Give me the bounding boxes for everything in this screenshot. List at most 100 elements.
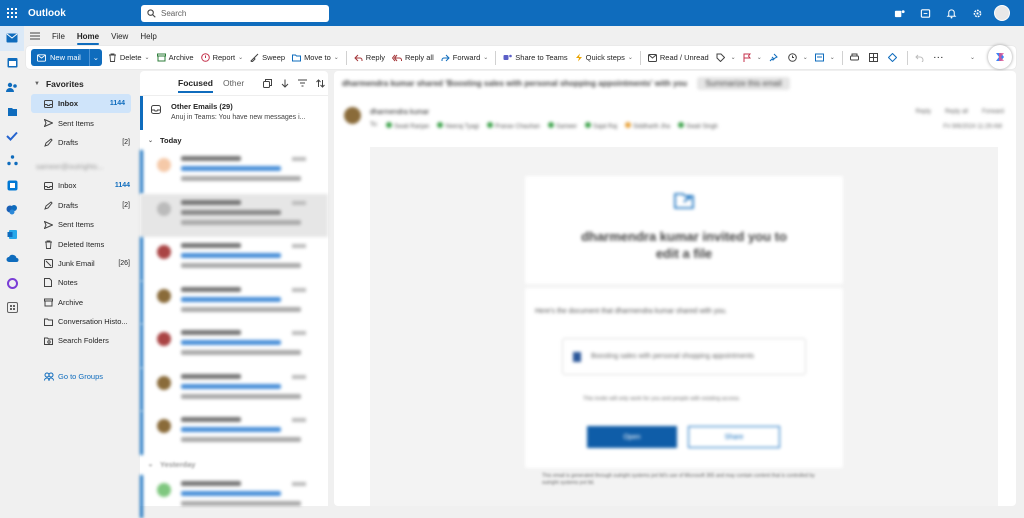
list-item[interactable]: [140, 281, 328, 325]
reply-action[interactable]: Reply: [916, 109, 931, 115]
more-apps-icon[interactable]: [0, 296, 24, 321]
tab-focused[interactable]: Focused: [178, 78, 213, 88]
quick-steps-button[interactable]: Quick steps⌄: [575, 53, 633, 62]
rules-button[interactable]: ⌄: [815, 53, 835, 62]
tab-view[interactable]: View: [111, 32, 128, 41]
more-options-button[interactable]: ···: [934, 53, 948, 62]
app-launcher-icon[interactable]: [0, 0, 24, 26]
folder-sent-favorite[interactable]: Sent Items: [26, 113, 136, 132]
recipient[interactable]: Sameer: [548, 122, 577, 130]
list-item[interactable]: [140, 368, 328, 412]
jump-down-icon[interactable]: [281, 79, 289, 88]
list-item[interactable]: [140, 411, 328, 455]
calendar-icon[interactable]: [0, 51, 24, 76]
gear-icon[interactable]: [964, 0, 990, 26]
folder-archive[interactable]: Archive: [26, 293, 136, 312]
share-button[interactable]: Share: [688, 426, 780, 448]
people-icon[interactable]: [0, 75, 24, 100]
tab-other[interactable]: Other: [223, 78, 244, 88]
pin-button[interactable]: [769, 53, 781, 62]
bell-icon[interactable]: [938, 0, 964, 26]
folder-search-folders[interactable]: Search Folders: [26, 331, 136, 350]
tab-file[interactable]: File: [52, 32, 65, 41]
folder-notes[interactable]: Notes: [26, 273, 136, 292]
folder-junk[interactable]: Junk Email[26]: [26, 254, 136, 273]
app-title[interactable]: Outlook: [28, 8, 66, 19]
tab-home[interactable]: Home: [77, 32, 99, 41]
reply-all-button[interactable]: Reply all: [392, 53, 434, 62]
immersive-reader-button[interactable]: [869, 53, 881, 62]
loop-icon[interactable]: [0, 271, 24, 296]
print-button[interactable]: [850, 53, 862, 62]
archive-button[interactable]: Archive: [157, 53, 194, 62]
reply-button[interactable]: Reply: [354, 53, 385, 62]
forward-action[interactable]: Forward: [982, 109, 1004, 115]
delete-button[interactable]: Delete⌄: [108, 53, 150, 62]
recipient[interactable]: Swati Ranjan: [386, 122, 429, 130]
move-to-button[interactable]: Move to⌄: [292, 53, 339, 62]
copilot-icon[interactable]: [988, 45, 1012, 69]
tab-help[interactable]: Help: [140, 32, 156, 41]
list-item[interactable]: [140, 237, 328, 281]
exchange-icon[interactable]: [0, 222, 24, 247]
share-to-teams-button[interactable]: Share to Teams: [503, 53, 567, 62]
folder-deleted[interactable]: Deleted Items: [26, 234, 136, 253]
folder-sent[interactable]: Sent Items: [26, 215, 136, 234]
read-unread-button[interactable]: Read / Unread: [648, 53, 709, 62]
clock-icon: [788, 53, 797, 62]
list-item[interactable]: [140, 194, 328, 238]
files-icon[interactable]: [0, 100, 24, 125]
sender-name[interactable]: dharmendra kumar: [370, 109, 429, 116]
forward-button[interactable]: Forward⌄: [441, 53, 489, 62]
favorites-header[interactable]: ▼Favorites: [26, 74, 136, 94]
recipient[interactable]: Swati Singh: [678, 122, 718, 130]
meet-now-icon[interactable]: [912, 0, 938, 26]
group-header-yesterday[interactable]: ⌄Yesterday: [140, 455, 328, 475]
apps-button[interactable]: [888, 53, 900, 62]
recipient[interactable]: Pranav Chauhan: [487, 122, 540, 130]
bookings-icon[interactable]: [0, 173, 24, 198]
avatar[interactable]: [994, 5, 1010, 21]
summarize-button[interactable]: Summarize this email: [697, 77, 789, 90]
onedrive-icon[interactable]: [0, 247, 24, 272]
recipient[interactable]: Sajal Raj: [585, 122, 617, 130]
go-to-groups-link[interactable]: Go to Groups: [26, 367, 136, 386]
recipient[interactable]: Siddharth Jha: [625, 122, 670, 130]
folder-conversation-history[interactable]: Conversation Histo...: [26, 312, 136, 331]
sweep-button[interactable]: Sweep: [250, 53, 285, 62]
archive-label: Archive: [169, 53, 194, 62]
shared-document-link[interactable]: Boosting sales with personal shopping ap…: [562, 338, 806, 375]
filter-icon[interactable]: [298, 79, 307, 87]
new-mail-button[interactable]: New mail ⌄: [31, 49, 102, 66]
select-icon[interactable]: [263, 79, 272, 88]
ribbon-expand-button[interactable]: ⌄: [967, 54, 975, 61]
account-header[interactable]: sameer@outrights...: [26, 156, 136, 176]
mail-icon[interactable]: [0, 26, 24, 51]
folder-inbox-favorite[interactable]: Inbox1144: [31, 94, 131, 113]
teams-share-icon: [503, 53, 512, 62]
folder-drafts[interactable]: Drafts[2]: [26, 196, 136, 215]
list-item[interactable]: [140, 324, 328, 368]
todo-icon[interactable]: [0, 124, 24, 149]
folder-inbox[interactable]: Inbox1144: [26, 176, 136, 195]
list-item[interactable]: [140, 150, 328, 194]
tag-button[interactable]: ⌄: [716, 53, 736, 62]
open-button[interactable]: Open: [587, 426, 677, 448]
undo-button[interactable]: [915, 54, 927, 62]
group-header-today[interactable]: ⌄Today: [140, 130, 328, 150]
org-icon[interactable]: [0, 149, 24, 174]
teams-app-icon[interactable]: [0, 198, 24, 223]
list-item[interactable]: [140, 475, 328, 518]
other-emails-summary[interactable]: Other Emails (29) Anuj in Teams: You hav…: [140, 96, 328, 130]
report-button[interactable]: Report⌄: [201, 53, 244, 62]
reply-all-action[interactable]: Reply all: [945, 109, 968, 115]
hamburger-icon[interactable]: [26, 32, 44, 40]
sort-icon[interactable]: [316, 79, 325, 88]
snooze-button[interactable]: ⌄: [788, 53, 808, 62]
new-mail-dropdown[interactable]: ⌄: [90, 53, 102, 62]
flag-button[interactable]: ⌄: [743, 53, 762, 62]
recipient[interactable]: Neeraj Tyagi: [437, 122, 479, 130]
teams-icon[interactable]: [886, 0, 912, 26]
folder-drafts-favorite[interactable]: Drafts[2]: [26, 133, 136, 152]
search-box[interactable]: Search: [141, 5, 329, 22]
